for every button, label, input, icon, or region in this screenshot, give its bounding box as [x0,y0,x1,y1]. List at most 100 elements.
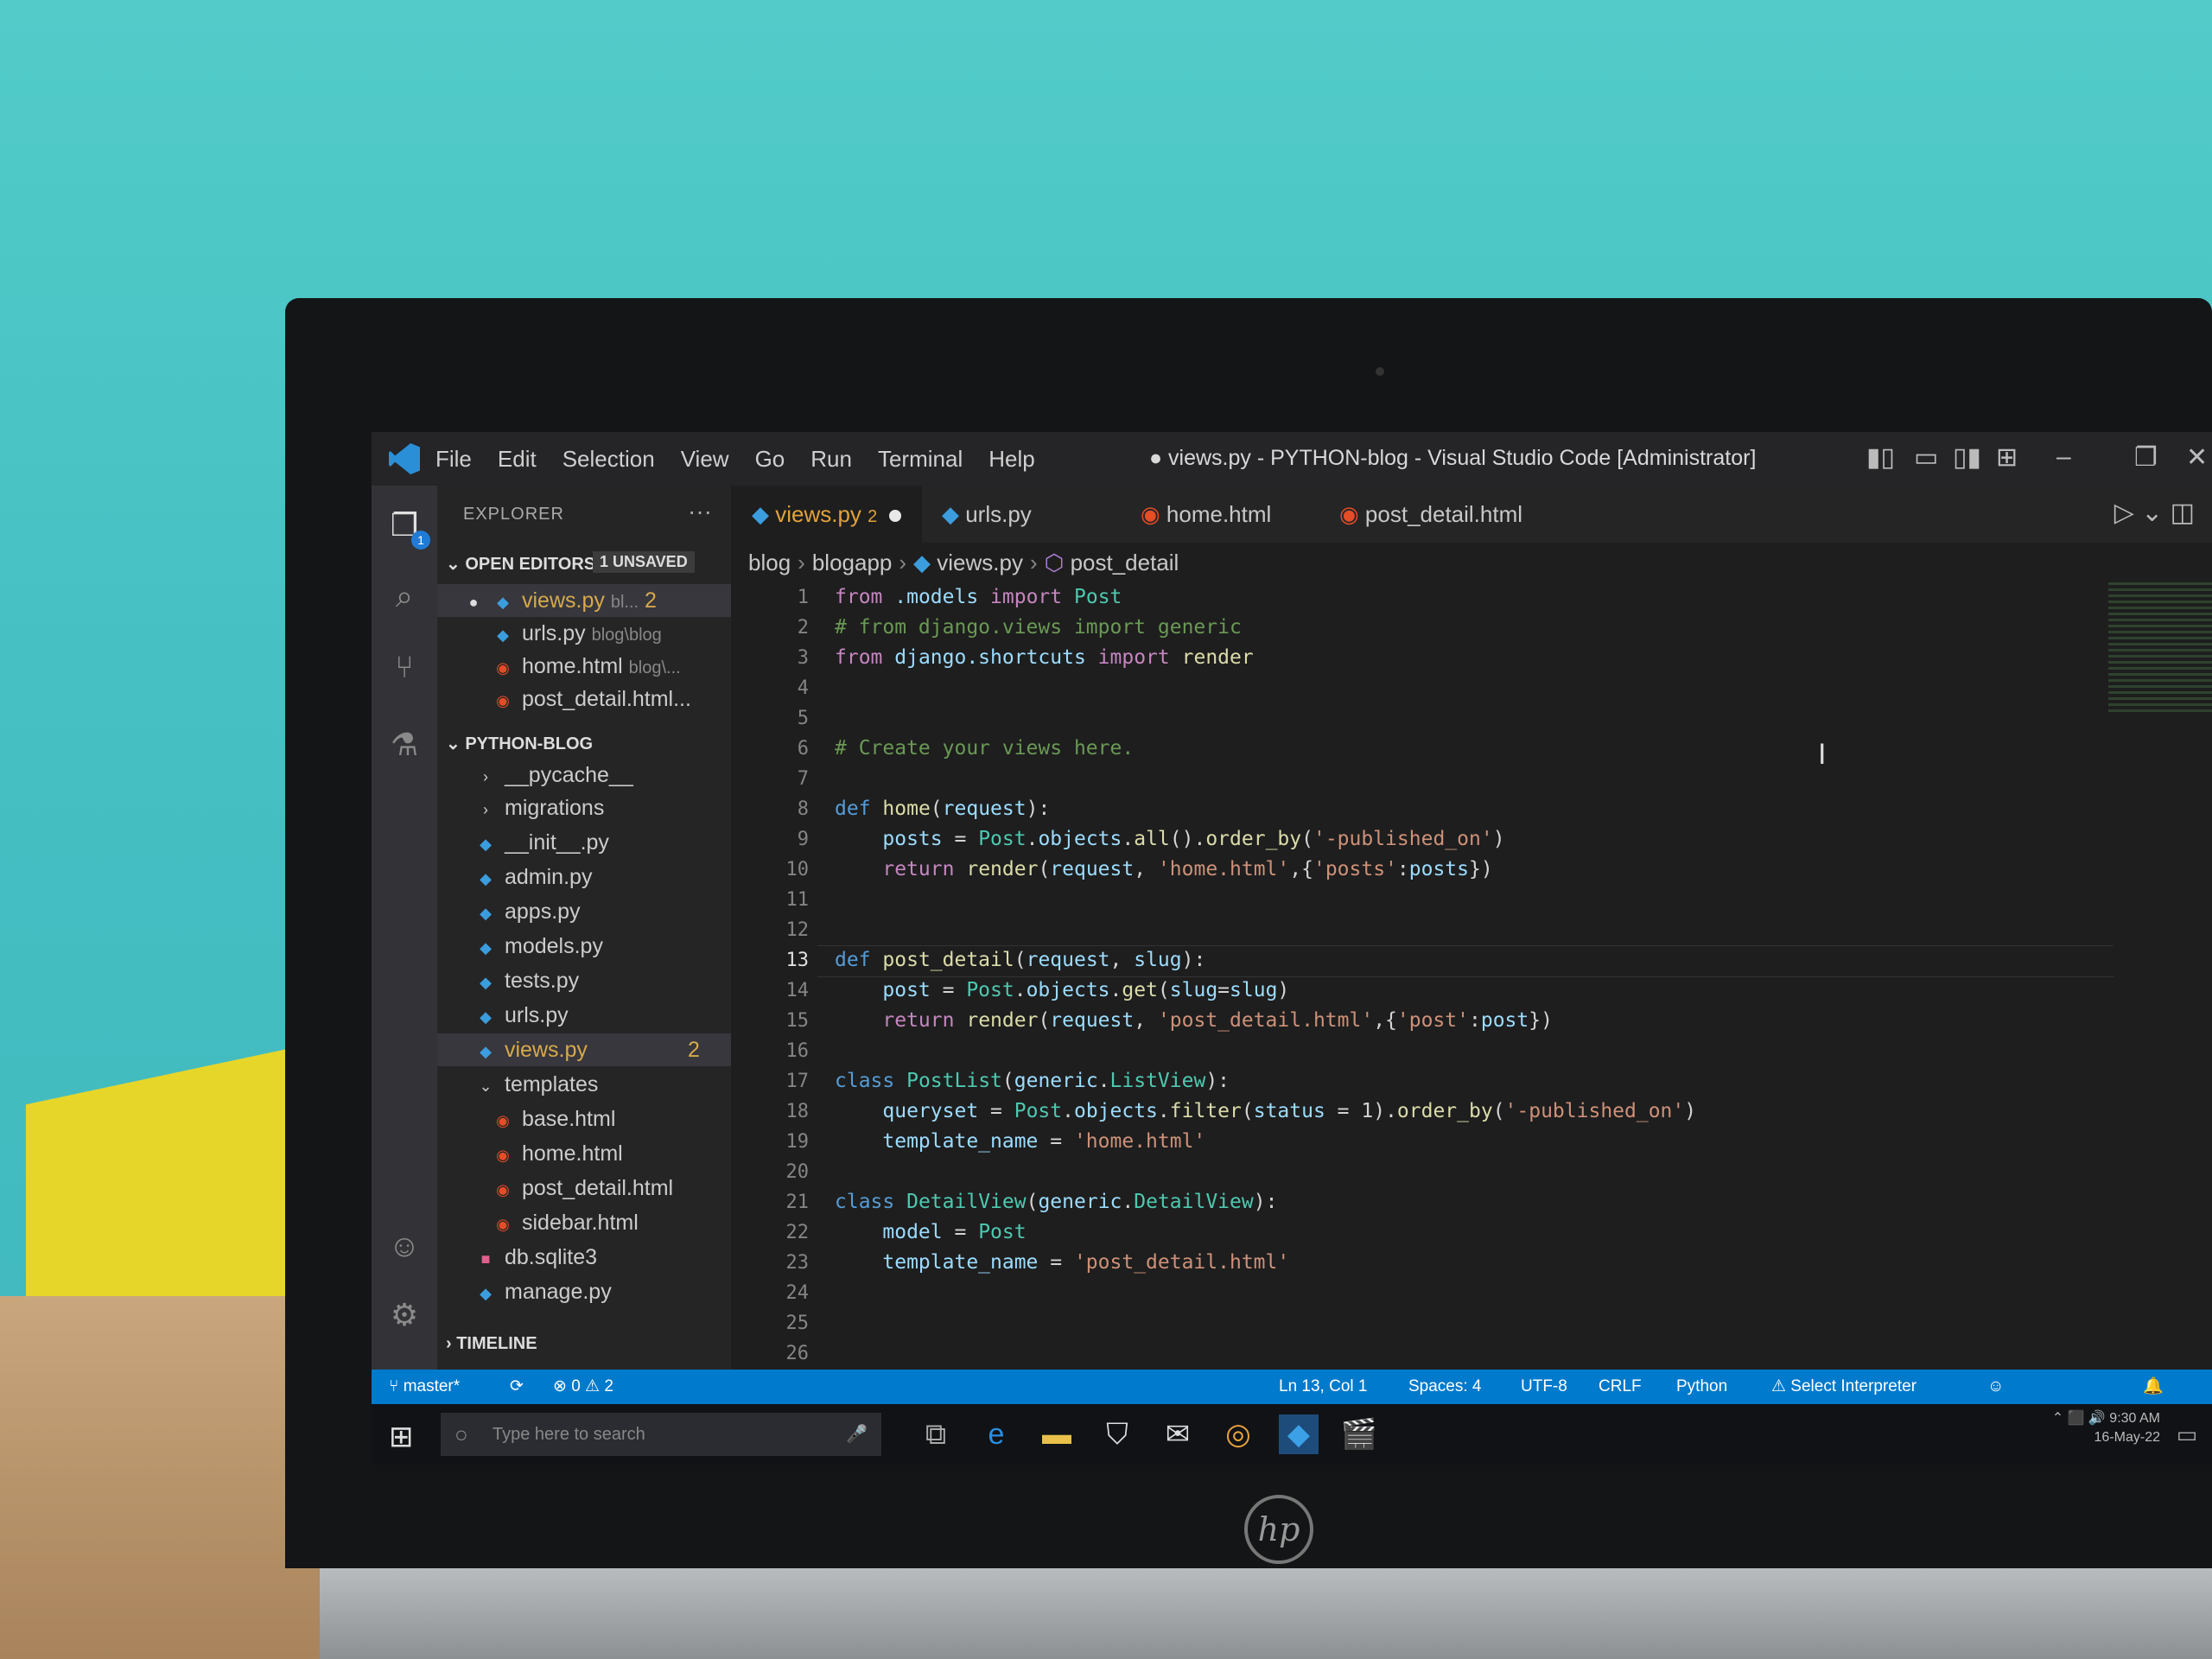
code-line: queryset = Post.objects.filter(status = … [882,1100,1697,1122]
source-control-icon[interactable]: ⑂ [387,650,422,684]
tree-file[interactable]: ◆ urls.py [437,999,769,1032]
problems-indicator[interactable]: ⊗ 0 ⚠ 2 [553,1370,613,1404]
project-header[interactable]: ⌄ PYTHON-BLOG [446,733,593,754]
vscode-taskbar-icon[interactable]: ◆ [1279,1414,1319,1454]
line-ending[interactable]: CRLF [1599,1370,1642,1404]
unsaved-dot-icon[interactable] [889,510,902,522]
breadcrumb-item[interactable]: views.py [937,550,1023,575]
tab-post-detail-html[interactable]: ◉ post_detail.html [1319,486,1543,543]
menu-help[interactable]: Help [988,446,1034,473]
open-editor-item[interactable]: ● ◆ views.py bl... 2 [437,584,757,617]
file-name: post_detail.html [522,1176,674,1200]
account-icon[interactable]: ☺ [387,1229,422,1263]
code-line: # from django.views import generic [835,616,1242,639]
indentation[interactable]: Spaces: 4 [1408,1370,1482,1404]
toggle-panel-icon[interactable]: ▭ [1914,442,1938,473]
tree-file-active[interactable]: ◆ views.py 2 [437,1033,769,1066]
action-center-icon[interactable]: ▭ [2167,1414,2207,1454]
tree-file[interactable]: ◆ __init__.py [437,826,769,859]
mail-icon[interactable]: ✉ [1158,1414,1198,1454]
toggle-secondary-sidebar-icon[interactable]: ▯▮ [1953,442,1981,473]
feedback-icon[interactable]: ☺ [1987,1370,2004,1404]
timeline-header[interactable]: › TIMELINE [446,1334,537,1354]
system-tray[interactable]: ⌃ ⬛ 🔊 9:30 AM 16-May-22 [2052,1409,2160,1447]
more-actions-icon[interactable]: ··· [688,498,712,525]
menu-terminal[interactable]: Terminal [878,446,963,473]
edge-browser-icon[interactable]: e [976,1414,1016,1454]
code-editor[interactable]: 1 2 3 4 5 6 7 8 9 10 11 12 13 14 15 16 1… [731,582,2212,1370]
tree-folder[interactable]: › migrations [437,791,769,824]
notifications-bell-icon[interactable]: 🔔 [2143,1370,2164,1404]
breadcrumb-item[interactable]: post_detail [1071,550,1179,575]
open-editors-header[interactable]: ⌄ OPEN EDITORS [446,553,595,575]
file-name: models.py [505,934,603,958]
menu-edit[interactable]: Edit [498,446,537,473]
line-number: 15 [785,1010,810,1032]
tab-home-html[interactable]: ◉ home.html [1120,486,1292,543]
breadcrumb-item[interactable]: blog [748,550,791,575]
tree-folder[interactable]: ⌄ templates [437,1068,769,1101]
toggle-sidebar-icon[interactable]: ▮▯ [1866,442,1895,473]
tree-file[interactable]: ◆ manage.py [437,1275,769,1308]
file-name: admin.py [505,865,593,889]
interpreter-selector[interactable]: ⚠ Select Interpreter [1771,1370,1916,1404]
menu-go[interactable]: Go [755,446,785,473]
code-line: return render(request, 'home.html',{'pos… [882,858,1493,880]
explorer-sidebar: EXPLORER ··· ⌄ OPEN EDITORS 1 UNSAVED ● ◆… [437,486,769,1370]
video-editor-icon[interactable]: 🎬 [1339,1414,1379,1454]
line-number: 25 [785,1313,810,1334]
minimize-icon[interactable]: – [2056,442,2071,472]
tab-label: urls.py [965,501,1032,527]
windows-start-icon[interactable]: ⊞ [389,1420,414,1454]
symbol-method-icon: ⬡ [1044,550,1071,575]
sync-icon[interactable]: ⟳ [510,1370,524,1404]
line-number-current: 13 [785,950,810,971]
search-icon: ○ [454,1421,468,1447]
tab-views-py[interactable]: ◆ views.py 2 [731,486,923,543]
line-number: 2 [797,617,809,639]
tab-urls-py[interactable]: ◆ urls.py [921,486,1052,543]
tree-folder[interactable]: › __pycache__ [437,759,769,791]
menu-view[interactable]: View [681,446,729,473]
chrome-icon[interactable]: ◎ [1218,1414,1258,1454]
language-mode[interactable]: Python [1676,1370,1727,1404]
encoding[interactable]: UTF-8 [1521,1370,1567,1404]
tree-file[interactable]: ◆ admin.py [437,861,769,893]
python-file-icon: ◆ [913,550,938,575]
taskbar-search-input[interactable]: ○ Type here to search 🎤 [441,1413,881,1456]
breadcrumb-item[interactable]: blogapp [812,550,893,575]
close-icon[interactable]: ✕ [2186,442,2208,473]
file-explorer-icon[interactable]: ▬ [1037,1414,1077,1454]
code-line: model = Post [882,1221,1027,1243]
run-icon[interactable]: ▷ [2114,499,2134,527]
menu-run[interactable]: Run [810,446,852,473]
vscode-logo-icon [389,443,420,474]
tree-file[interactable]: ■ db.sqlite3 [437,1241,769,1274]
minimap[interactable] [2108,582,2212,712]
store-icon[interactable]: ⛉ [1097,1414,1137,1454]
python-file-icon: ◆ [497,594,509,611]
microphone-icon[interactable]: 🎤 [846,1413,868,1456]
file-name: home.html [522,654,623,678]
tree-file[interactable]: ◆ apps.py [437,895,769,928]
restore-icon[interactable]: ❐ [2134,442,2158,473]
python-file-icon: ◆ [480,974,492,991]
tree-file[interactable]: ◆ models.py [437,930,769,963]
search-icon[interactable]: ⌕ [387,579,422,613]
branch-indicator[interactable]: ⑂ master* [389,1370,460,1404]
tree-file[interactable]: ◆ tests.py [437,964,769,997]
menu-selection[interactable]: Selection [563,446,655,473]
split-editor-icon[interactable]: ◫ [2171,499,2195,527]
testing-icon[interactable]: ⚗ [387,728,422,762]
settings-gear-icon[interactable]: ⚙ [387,1298,422,1332]
line-number: 21 [785,1192,810,1213]
menu-file[interactable]: File [435,446,472,473]
activity-bar: ❐ 1 ⌕ ⑂ ⚗ ☺ ⚙ [372,486,437,1370]
chevron-down-icon[interactable]: ⌄ [2141,499,2163,527]
tab-label: home.html [1166,501,1272,527]
cursor-position[interactable]: Ln 13, Col 1 [1279,1370,1367,1404]
html-file-icon: ◉ [496,1147,510,1164]
layout-icon[interactable]: ⊞ [1996,442,2018,473]
code-line: # Create your views here. [835,737,1135,760]
task-view-icon[interactable]: ⧉ [916,1414,956,1454]
